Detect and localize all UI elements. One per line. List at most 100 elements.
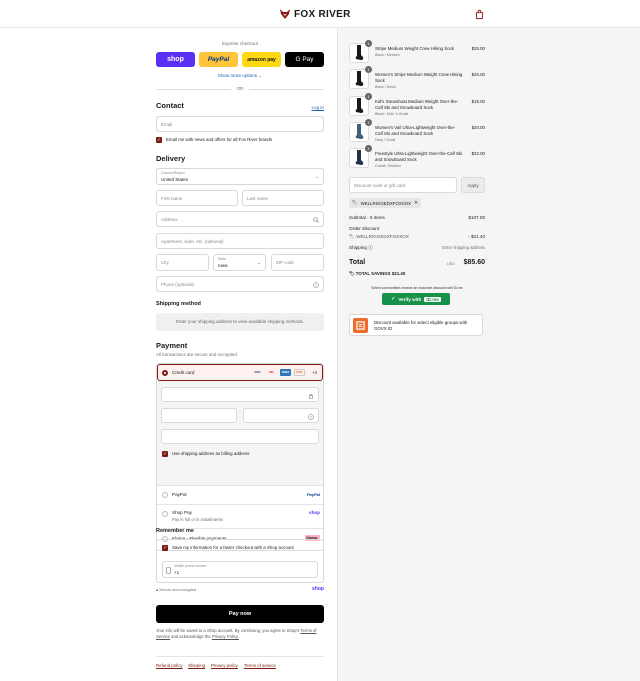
paypal-logo: PayPal (306, 492, 320, 497)
svg-text:?: ? (315, 283, 317, 287)
total-value: $85.60 (463, 259, 485, 266)
terms-of-service-link[interactable]: Terms of service (244, 663, 276, 668)
shipping-row: Shipping ⓘ Enter shipping address (349, 245, 485, 252)
check-shield-icon: ✓ (391, 296, 396, 302)
save-info-checkbox[interactable]: ✓ (162, 545, 168, 551)
news-checkbox[interactable]: ✓ (156, 137, 162, 143)
first-name-placeholder: First name (161, 196, 183, 201)
card-number-field[interactable] (161, 387, 319, 402)
legal-text-1: Your info will be saved to a Shop accoun… (156, 628, 300, 633)
item-variant: Cobalt / Medium (375, 164, 402, 168)
city-placeholder: City (161, 260, 169, 265)
shipping-label-text: Shipping (349, 245, 367, 250)
help-icon[interactable]: ? (308, 414, 314, 420)
legal-text: Your info will be saved to a Shop accoun… (156, 628, 324, 640)
item-name: Freestyle Ultra-Lightweight Over-the-Cal… (375, 151, 463, 162)
savings-value: $21.40 (391, 271, 406, 276)
shopping-bag-icon[interactable] (474, 9, 485, 20)
cart-item: 1 Women's Vail Ultra-Lightweight Over-th… (349, 119, 485, 144)
shop-pay-button[interactable]: shop (156, 52, 195, 67)
paypal-option[interactable]: PayPal PayPal (157, 485, 325, 504)
privacy-policy-link[interactable]: Privacy policy (211, 663, 238, 668)
apartment-field[interactable]: Apartment, suite, etc. (optional) (156, 233, 324, 249)
subtotal-row: Subtotal · 5 items $107.00 (349, 215, 485, 222)
card-form: ? ✓ Use shipping address as billing addr… (157, 381, 323, 485)
phone-placeholder: Phone (optional) (161, 282, 195, 287)
apply-button[interactable]: Apply (461, 177, 485, 193)
item-variant: Navy / Small (375, 138, 396, 142)
chevron-down-icon: ⌄ (257, 260, 261, 265)
expiry-field[interactable] (161, 408, 237, 423)
tag-icon: 🏷︎ (352, 200, 358, 205)
search-icon (313, 217, 319, 223)
state-value: Iowa (218, 263, 228, 268)
last-name-placeholder: Last name (247, 196, 269, 201)
credit-card-option[interactable]: Credit card VISA MC AMEX DISC +4 (157, 364, 323, 381)
sock-icon (355, 98, 363, 113)
discount-code-field[interactable]: Discount code or gift card (349, 177, 457, 193)
remember-heading: Remember me (156, 528, 194, 534)
shop-privacy-link[interactable]: Privacy Policy. (212, 634, 239, 639)
verify-idme-button[interactable]: ✓ Verify with ID.me (382, 293, 450, 305)
shipping-method-heading: Shipping method (156, 301, 201, 307)
name-on-card-field[interactable] (161, 429, 319, 444)
item-name: Women's Stripe Medium Weight Crew Hiking… (375, 72, 463, 83)
news-checkbox-label: Email me with news and offers for all Fo… (166, 137, 273, 142)
address-field[interactable]: Address (156, 211, 324, 227)
item-name: Stripe Medium Weight Crew Hiking Sock (375, 46, 454, 51)
header: FOX RIVER (0, 0, 640, 28)
show-more-options-link[interactable]: Show more options ⌄ (156, 73, 324, 79)
discount-code-row: 🏷︎ WELLRIGGEDXFOXSOX - $21.40 (349, 234, 485, 241)
shop-pay-sublabel: Pay in full or in installments (172, 517, 223, 522)
google-pay-button[interactable]: G Pay (285, 52, 324, 67)
discount-code-text: WELLRIGGEDXFOXSOX (356, 234, 409, 239)
delivery-heading: Delivery (156, 154, 186, 163)
shop-logo: shop (309, 510, 320, 515)
state-select[interactable]: State Iowa ⌄ (213, 254, 266, 271)
amazon-pay-button[interactable]: amazon pay (242, 52, 281, 67)
remove-code-icon[interactable]: ✕ (414, 200, 418, 206)
pay-now-button[interactable]: Pay now (156, 605, 324, 623)
zip-placeholder: ZIP code (276, 260, 294, 265)
item-price: $25.00 (471, 46, 485, 51)
govx-banner[interactable]: Discount available for select eligible g… (349, 314, 483, 336)
payment-methods: Credit card VISA MC AMEX DISC +4 ? ✓ Use… (156, 363, 325, 551)
item-price: $15.00 (471, 99, 485, 104)
credit-card-radio[interactable] (162, 370, 168, 376)
cart-item: 1 Women's Stripe Medium Weight Crew Hiki… (349, 66, 485, 91)
login-link[interactable]: Log in (311, 105, 324, 110)
paypal-button[interactable]: PayPal (199, 52, 238, 67)
shop-logo: shop (312, 586, 324, 592)
fox-icon (280, 9, 290, 19)
item-price: $22.00 (471, 151, 485, 156)
security-code-field[interactable]: ? (243, 408, 319, 423)
shop-pay-option[interactable]: Shop Pay Pay in full or in installments … (157, 504, 325, 528)
item-variant: Black / Kids' X-Small (375, 112, 409, 116)
billing-checkbox[interactable]: ✓ (162, 451, 168, 457)
save-info-label: Save my information for a faster checkou… (172, 545, 294, 550)
discount-value: - $21.40 (468, 234, 485, 239)
last-name-field[interactable]: Last name (242, 190, 324, 206)
applied-code-tag: 🏷︎ WELLRIGGEDXFOXSOX ✕ (349, 198, 421, 208)
help-icon[interactable]: ⓘ (368, 245, 373, 250)
brand-logo[interactable]: FOX RIVER (279, 8, 351, 20)
more-cards-count: +4 (312, 370, 317, 375)
email-field[interactable]: Email (156, 116, 324, 132)
shipping-link[interactable]: Shipping (188, 663, 205, 668)
zip-field[interactable]: ZIP code (271, 254, 324, 271)
paypal-radio[interactable] (162, 492, 168, 498)
refund-policy-link[interactable]: Refund policy (156, 663, 183, 668)
shop-pay-radio[interactable] (162, 511, 168, 517)
city-field[interactable]: City (156, 254, 209, 271)
subtotal-label: Subtotal · 5 items (349, 215, 385, 220)
first-name-field[interactable]: First name (156, 190, 238, 206)
shipping-method-message: Enter your shipping address to view avai… (156, 313, 324, 331)
phone-field[interactable]: Phone (optional) ? (156, 276, 324, 292)
contact-heading: Contact (156, 101, 184, 110)
country-select[interactable]: Country/Region United States ⌄ (156, 168, 324, 185)
help-icon[interactable]: ? (313, 282, 319, 288)
subtotal-value: $107.00 (468, 215, 485, 220)
remember-box: ✓ Save my information for a faster check… (156, 539, 324, 583)
savings-row: 🏷︎ TOTAL SAVINGS $21.40 (349, 271, 485, 278)
mobile-phone-field[interactable]: Mobile phone number +1 (162, 561, 318, 578)
